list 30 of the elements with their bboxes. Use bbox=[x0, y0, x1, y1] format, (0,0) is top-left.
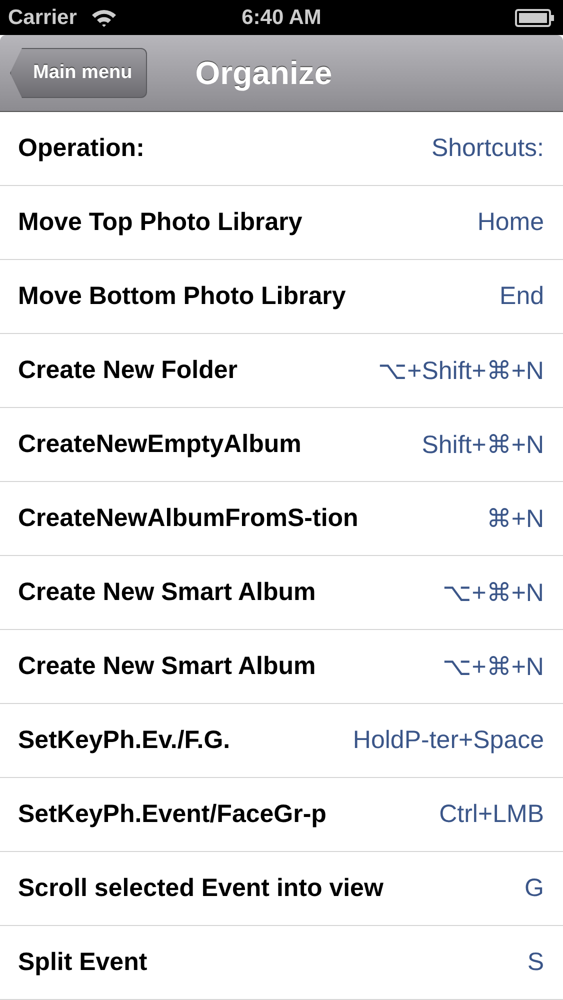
operation-label: Create New Smart Album bbox=[18, 578, 316, 607]
operation-label: Move Bottom Photo Library bbox=[18, 282, 346, 311]
clock-time: 6:40 AM bbox=[242, 6, 322, 30]
shortcut-label: HoldP-ter+Space bbox=[352, 726, 544, 755]
wifi-icon bbox=[90, 8, 117, 28]
operation-label: Split Event bbox=[18, 948, 148, 977]
operation-label: Scroll selected Event into view bbox=[18, 874, 384, 903]
shortcut-label: ⌥+⌘+N bbox=[442, 578, 544, 608]
operation-label: SetKeyPh.Ev./F.G. bbox=[18, 726, 230, 755]
page-title: Organize bbox=[195, 54, 332, 92]
operation-label: SetKeyPh.Event/FaceGr-p bbox=[18, 800, 326, 829]
shortcut-label: Shortcuts: bbox=[431, 134, 544, 163]
operation-label: CreateNewEmptyAlbum bbox=[18, 430, 302, 459]
operation-label: Create New Folder bbox=[18, 356, 238, 385]
shortcut-label: Ctrl+LMB bbox=[439, 800, 544, 829]
shortcut-label: G bbox=[524, 874, 544, 903]
shortcut-label: Home bbox=[477, 208, 544, 237]
operation-label: Operation: bbox=[18, 134, 144, 163]
shortcut-label: Shift+⌘+N bbox=[422, 430, 544, 460]
operation-label: Create New Smart Album bbox=[18, 652, 316, 681]
shortcut-label: End bbox=[500, 282, 544, 311]
shortcut-label: ⌥+Shift+⌘+N bbox=[378, 356, 544, 386]
battery-icon bbox=[515, 8, 555, 26]
back-button[interactable]: Main menu bbox=[10, 48, 148, 98]
operation-label: Move Top Photo Library bbox=[18, 208, 302, 237]
shortcut-label: S bbox=[527, 948, 544, 977]
carrier-label: Carrier bbox=[8, 6, 77, 30]
shortcut-label: ⌘+N bbox=[486, 504, 544, 534]
shortcut-label: ⌥+⌘+N bbox=[442, 652, 544, 682]
operation-label: CreateNewAlbumFromS-tion bbox=[18, 504, 358, 533]
